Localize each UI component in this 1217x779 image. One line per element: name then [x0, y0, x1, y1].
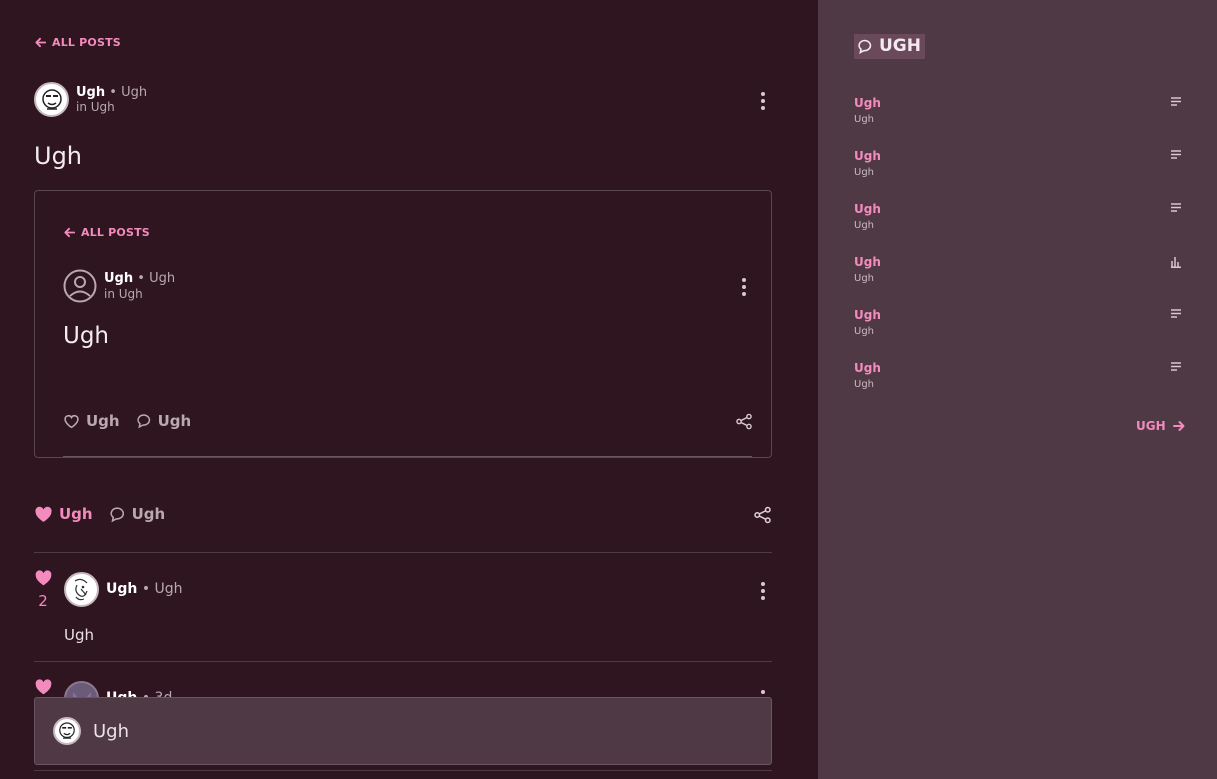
embed-title: Ugh [63, 323, 110, 349]
comment-like-button[interactable] [33, 678, 53, 699]
like-button[interactable]: Ugh [34, 505, 93, 523]
embed-actions: Ugh Ugh [63, 412, 191, 430]
avatar[interactable] [64, 572, 99, 607]
sidebar-item-subtitle: Ugh [854, 220, 875, 231]
sidebar-item-title: Ugh [854, 149, 881, 163]
reply-placeholder: Ugh [93, 720, 130, 742]
sidebar-item-title: Ugh [854, 361, 881, 375]
divider [34, 661, 772, 662]
comment-author-row: Ugh • Ugh [64, 572, 183, 607]
avatar[interactable] [34, 82, 69, 117]
post-main-area: ALL POSTS Ugh • Ugh in Ugh Ugh ALL POSTS [0, 0, 818, 779]
comment-bubble-icon [137, 414, 150, 429]
arrow-left-icon [64, 227, 76, 238]
sidebar-title-label: UGH [879, 36, 921, 56]
post-menu-icon[interactable] [760, 92, 766, 113]
sidebar-item-title: Ugh [854, 96, 881, 110]
share-icon[interactable] [735, 413, 753, 430]
avatar [53, 717, 81, 745]
sidebar-item-title: Ugh [854, 308, 881, 322]
comment-time: Ugh [154, 581, 183, 598]
divider [34, 552, 772, 553]
embed-all-posts-link[interactable]: ALL POSTS [63, 226, 150, 239]
sidebar-item[interactable]: Ugh Ugh [854, 202, 1184, 231]
sidebar-title: UGH [854, 34, 925, 59]
post-title: Ugh [34, 142, 83, 170]
embedded-post[interactable]: ALL POSTS Ugh • Ugh in Ugh Ugh Ugh Ugh [34, 190, 772, 458]
text-lines-icon [1171, 309, 1181, 318]
heart-filled-icon [35, 679, 51, 695]
embed-comment-button[interactable]: Ugh [136, 412, 192, 430]
poll-bars-icon [1171, 257, 1181, 268]
sidebar-item[interactable]: Ugh Ugh [854, 255, 1184, 284]
comment-label: Ugh [131, 505, 166, 523]
like-label: Ugh [59, 505, 93, 523]
text-lines-icon [1171, 97, 1181, 106]
comment-button[interactable]: Ugh [109, 505, 166, 523]
arrow-right-icon [1172, 421, 1185, 431]
heart-filled-icon [35, 570, 51, 586]
embed-comment-label: Ugh [157, 412, 192, 430]
post-actions: Ugh Ugh [34, 505, 165, 523]
divider [63, 456, 752, 457]
embed-like-button[interactable]: Ugh [63, 412, 120, 430]
reply-input[interactable]: Ugh [34, 697, 772, 765]
comment-bubble-icon [858, 39, 872, 54]
embed-community[interactable]: in Ugh [104, 287, 175, 301]
sidebar-item[interactable]: Ugh Ugh [854, 308, 1184, 337]
sidebar-item[interactable]: Ugh Ugh [854, 361, 1184, 390]
heart-filled-icon [35, 506, 52, 522]
share-icon[interactable] [753, 506, 772, 524]
embed-menu-icon[interactable] [741, 278, 747, 299]
embed-like-label: Ugh [86, 412, 120, 430]
sidebar-item-subtitle: Ugh [854, 273, 875, 284]
sidebar-item[interactable]: Ugh Ugh [854, 96, 1184, 125]
comment-like-button[interactable]: 2 [33, 569, 53, 610]
sidebar-item-subtitle: Ugh [854, 326, 875, 337]
all-posts-label: ALL POSTS [52, 36, 121, 49]
text-lines-icon [1171, 362, 1181, 371]
comment-bubble-icon [110, 506, 124, 522]
embed-all-posts-label: ALL POSTS [81, 226, 150, 239]
post-time: Ugh [121, 84, 148, 100]
all-posts-link[interactable]: ALL POSTS [34, 36, 121, 49]
comment-menu-icon[interactable] [760, 582, 766, 603]
sidebar-more-label: UGH [1136, 419, 1166, 433]
sidebar-more-link[interactable]: UGH [1136, 419, 1186, 433]
divider [34, 770, 772, 771]
heart-outline-icon [64, 414, 79, 429]
post-author-name[interactable]: Ugh [76, 85, 105, 100]
sidebar-item-title: Ugh [854, 202, 881, 216]
embed-author-name[interactable]: Ugh [104, 271, 133, 286]
sidebar-item[interactable]: Ugh Ugh [854, 149, 1184, 178]
post-author-row: Ugh • Ugh in Ugh [34, 82, 147, 117]
text-lines-icon [1171, 150, 1181, 159]
sidebar-item-subtitle: Ugh [854, 379, 875, 390]
sidebar-item-title: Ugh [854, 255, 881, 269]
sidebar-item-subtitle: Ugh [854, 114, 875, 125]
text-lines-icon [1171, 203, 1181, 212]
user-placeholder-icon[interactable] [63, 269, 97, 303]
comment-author-name[interactable]: Ugh [106, 581, 137, 597]
face-avatar-icon [59, 722, 75, 739]
sidebar-item-subtitle: Ugh [854, 167, 875, 178]
post-community[interactable]: in Ugh [76, 100, 147, 114]
comment-text: Ugh [64, 626, 95, 644]
arrow-left-icon [35, 37, 47, 48]
embed-author-row: Ugh • Ugh in Ugh [63, 269, 175, 303]
comment-like-count: 2 [38, 592, 48, 610]
sketch-avatar-icon [74, 578, 88, 600]
embed-time: Ugh [149, 271, 176, 286]
face-avatar-icon [41, 88, 62, 110]
